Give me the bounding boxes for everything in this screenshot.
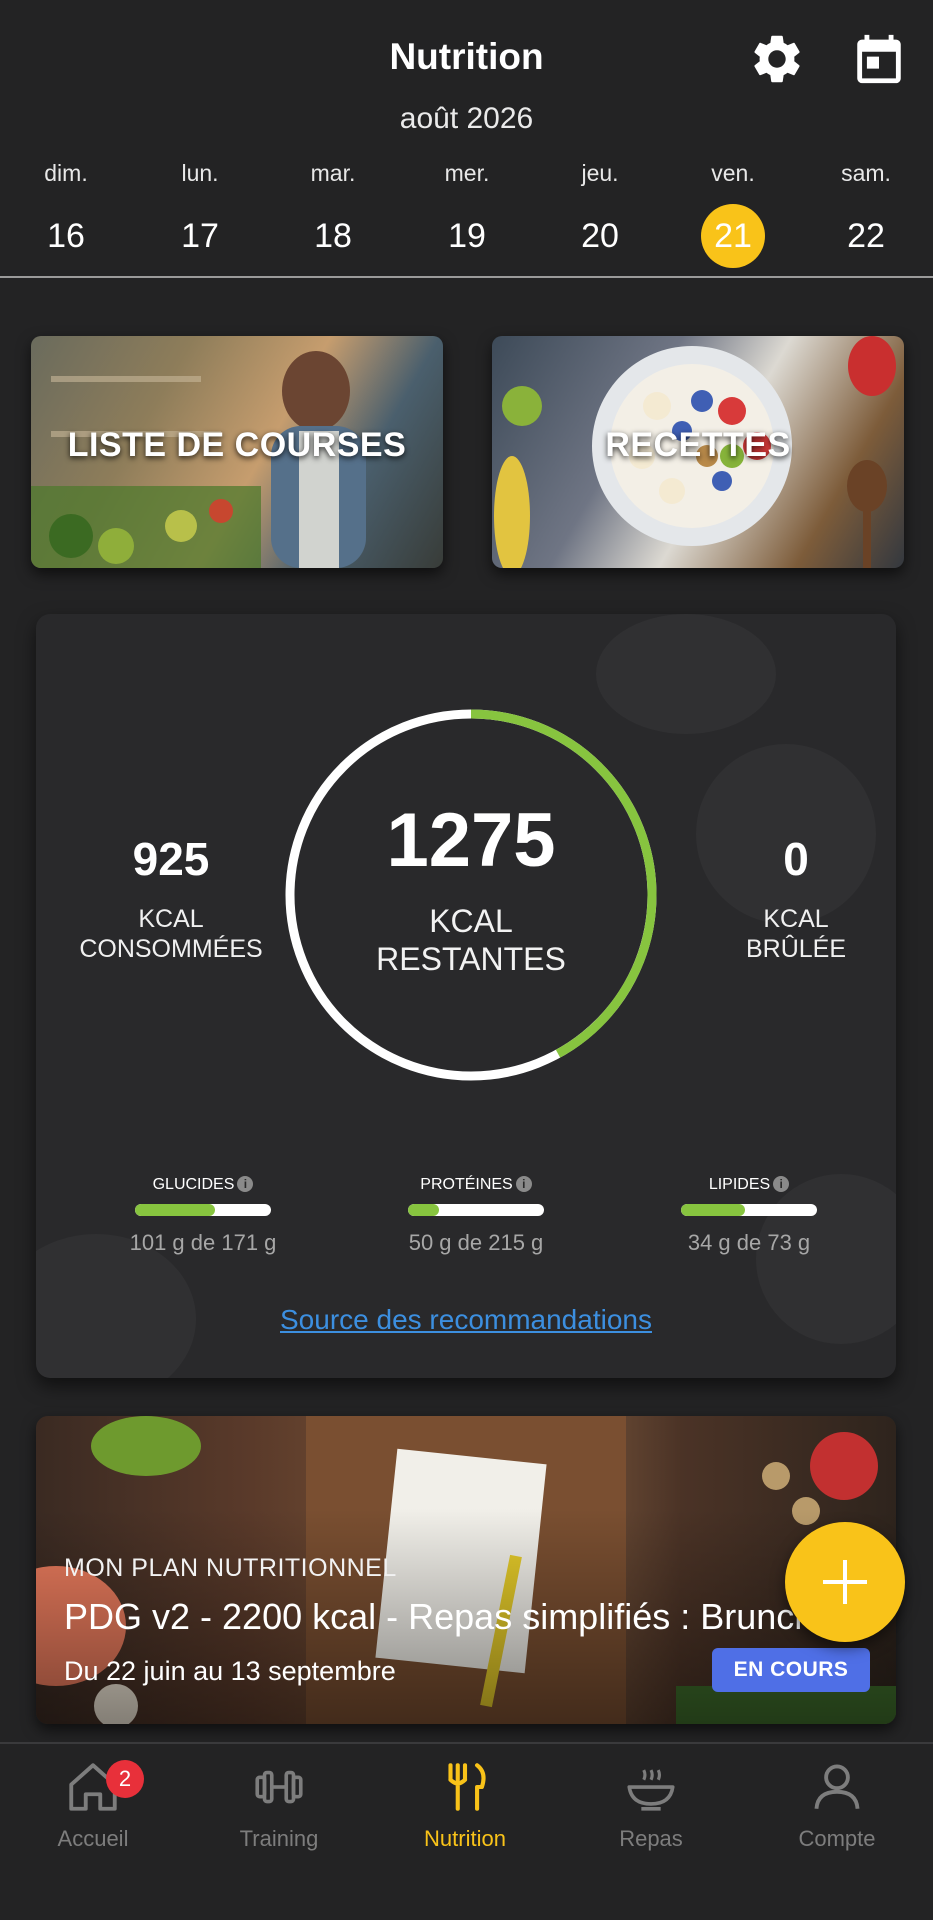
info-icon[interactable]: i bbox=[237, 1176, 254, 1192]
day-number: 20 bbox=[581, 217, 619, 255]
macro-name: GLUCIDES bbox=[152, 1176, 235, 1193]
macro-progress-bar bbox=[681, 1204, 817, 1216]
day-name: jeu. bbox=[581, 160, 619, 186]
remaining-stat: 1275 KCAL RESTANTES bbox=[281, 705, 661, 978]
dumbbell-icon bbox=[255, 1770, 303, 1804]
burned-stat: 0 KCAL BRÛLÉE bbox=[686, 832, 896, 964]
day-number: 21 bbox=[701, 204, 765, 268]
day-thursday[interactable]: jeu. 20 bbox=[545, 160, 655, 268]
day-number: 19 bbox=[448, 217, 486, 255]
day-sunday[interactable]: dim. 16 bbox=[11, 160, 121, 268]
shopping-list-tile[interactable]: LISTE DE COURSES bbox=[31, 336, 443, 568]
nav-label: Accueil bbox=[57, 1826, 129, 1851]
status-badge: EN COURS bbox=[712, 1648, 870, 1692]
day-name: sam. bbox=[841, 160, 891, 186]
day-number: 18 bbox=[314, 217, 352, 255]
day-friday-selected[interactable]: ven. 21 bbox=[678, 160, 788, 268]
day-number: 22 bbox=[847, 217, 885, 255]
calendar-icon[interactable] bbox=[850, 30, 908, 88]
day-name: mar. bbox=[310, 160, 356, 186]
calorie-summary-card: 925 KCAL CONSOMMÉES 1275 KCAL RESTANTES … bbox=[36, 614, 896, 1378]
burned-label: KCAL BRÛLÉE bbox=[745, 905, 847, 963]
day-wednesday[interactable]: mer. 19 bbox=[412, 160, 522, 268]
info-icon[interactable]: i bbox=[773, 1176, 790, 1192]
nav-item-compte[interactable]: Compte bbox=[744, 1758, 930, 1852]
nav-label: Repas bbox=[619, 1826, 683, 1851]
nav-item-accueil[interactable]: 2 Accueil bbox=[0, 1758, 186, 1852]
plus-icon bbox=[823, 1560, 867, 1604]
day-name: ven. bbox=[711, 160, 755, 186]
macro-header: GLUCIDES i bbox=[93, 1176, 313, 1194]
day-number: 16 bbox=[47, 217, 85, 255]
remaining-value: 1275 bbox=[386, 798, 556, 883]
macro-progress-fill bbox=[681, 1204, 745, 1216]
nav-item-nutrition[interactable]: Nutrition bbox=[372, 1758, 558, 1852]
gear-icon[interactable] bbox=[748, 30, 806, 88]
day-saturday[interactable]: sam. 22 bbox=[811, 160, 921, 268]
nutrition-plan-card[interactable]: MON PLAN NUTRITIONNEL PDG v2 - 2200 kcal… bbox=[36, 1416, 896, 1724]
add-button[interactable] bbox=[785, 1522, 905, 1642]
day-number: 17 bbox=[181, 217, 219, 255]
macro-amount: 34 g de 73 g bbox=[687, 1230, 811, 1255]
macro-amount: 101 g de 171 g bbox=[129, 1230, 277, 1255]
bottom-nav: 2 Accueil Training Nutrition Repas Compt… bbox=[0, 1742, 933, 1920]
info-icon[interactable]: i bbox=[515, 1176, 532, 1192]
shopping-list-label: LISTE DE COURSES bbox=[67, 426, 407, 464]
month-label: août 2026 bbox=[399, 102, 534, 135]
plan-kicker: MON PLAN NUTRITIONNEL bbox=[64, 1554, 397, 1582]
macro-carbs: GLUCIDES i 101 g de 171 g bbox=[93, 1176, 313, 1256]
consumed-label: KCAL CONSOMMÉES bbox=[79, 905, 263, 963]
macro-progress-bar bbox=[135, 1204, 271, 1216]
macro-header: PROTÉINES i bbox=[366, 1176, 586, 1194]
day-name: mer. bbox=[444, 160, 490, 186]
day-name: lun. bbox=[181, 160, 219, 186]
notification-badge: 2 bbox=[106, 1760, 144, 1798]
nav-item-training[interactable]: Training bbox=[186, 1758, 372, 1852]
nav-label: Training bbox=[239, 1826, 319, 1851]
plan-dates: Du 22 juin au 13 septembre bbox=[64, 1656, 396, 1686]
nav-item-repas[interactable]: Repas bbox=[558, 1758, 744, 1852]
macro-progress-fill bbox=[408, 1204, 440, 1216]
macro-progress-fill bbox=[135, 1204, 216, 1216]
recipes-tile[interactable]: RECETTES bbox=[492, 336, 904, 568]
nav-label: Compte bbox=[798, 1826, 876, 1851]
macro-amount: 50 g de 215 g bbox=[408, 1230, 544, 1255]
day-name: dim. bbox=[44, 160, 88, 186]
macro-header: LIPIDES i bbox=[639, 1176, 859, 1194]
user-icon bbox=[814, 1764, 860, 1809]
macro-progress-bar bbox=[408, 1204, 544, 1216]
recipes-label: RECETTES bbox=[605, 426, 791, 464]
consumed-stat: 925 KCAL CONSOMMÉES bbox=[61, 832, 281, 964]
macro-proteins: PROTÉINES i 50 g de 215 g bbox=[366, 1176, 586, 1256]
macro-lipids: LIPIDES i 34 g de 73 g bbox=[639, 1176, 859, 1256]
fork-knife-icon bbox=[448, 1763, 486, 1811]
consumed-value: 925 bbox=[132, 833, 210, 885]
nav-label: Nutrition bbox=[424, 1826, 506, 1851]
header: Nutrition août 2026 dim. 16 lun. 17 mar.… bbox=[0, 0, 933, 278]
week-strip: dim. 16 lun. 17 mar. 18 mer. 19 jeu. 20 … bbox=[0, 160, 933, 270]
source-recommendations-link[interactable]: Source des recommandations bbox=[36, 1304, 896, 1336]
bowl-icon bbox=[627, 1769, 675, 1811]
burned-value: 0 bbox=[783, 833, 809, 885]
plan-title: PDG v2 - 2200 kcal - Repas simplifiés : … bbox=[64, 1596, 815, 1637]
remaining-label: KCAL RESTANTES bbox=[376, 903, 566, 977]
day-monday[interactable]: lun. 17 bbox=[145, 160, 255, 268]
day-tuesday[interactable]: mar. 18 bbox=[278, 160, 388, 268]
macro-name: LIPIDES bbox=[708, 1176, 771, 1193]
macro-name: PROTÉINES bbox=[420, 1176, 513, 1193]
